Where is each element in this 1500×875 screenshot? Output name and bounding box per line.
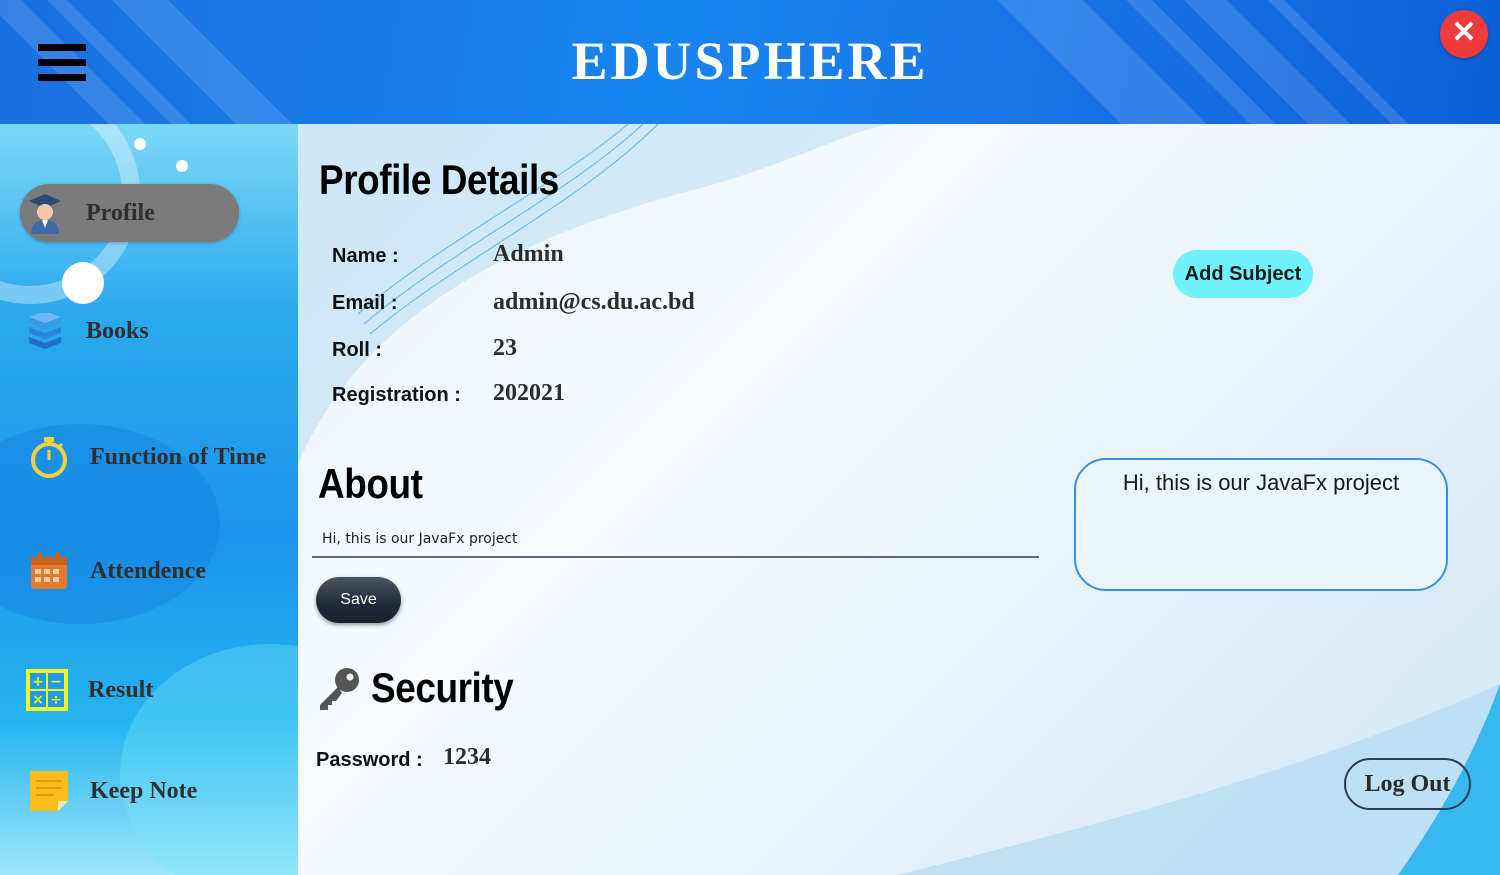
- sidebar-item-result[interactable]: + − × ÷ Result: [22, 661, 292, 719]
- profile-details-heading: Profile Details: [319, 156, 559, 203]
- sidebar-item-attendence[interactable]: Attendence: [24, 542, 294, 600]
- about-display-box: Hi, this is our JavaFx project: [1074, 458, 1448, 591]
- svg-text:−: −: [50, 674, 62, 690]
- roll-label: Roll :: [332, 339, 382, 361]
- roll-value: 23: [493, 335, 517, 361]
- email-label: Email :: [332, 292, 398, 314]
- save-button[interactable]: Save: [316, 577, 401, 623]
- calculator-icon: + − × ÷: [22, 665, 72, 715]
- name-value: Admin: [493, 241, 564, 267]
- stopwatch-icon: [24, 432, 74, 482]
- logout-button[interactable]: Log Out: [1344, 758, 1471, 810]
- books-stack-icon: [20, 306, 70, 356]
- sidebar-item-keep-note[interactable]: Keep Note: [24, 762, 294, 820]
- sidebar-item-books[interactable]: Books: [20, 302, 290, 360]
- about-heading: About: [318, 460, 423, 507]
- svg-text:÷: ÷: [50, 692, 62, 708]
- sidebar-item-function-of-time[interactable]: Function of Time: [24, 428, 294, 486]
- registration-label: Registration :: [332, 384, 461, 406]
- security-heading: Security: [371, 664, 514, 711]
- key-icon: [316, 665, 362, 716]
- sidebar-item-label: Keep Note: [90, 777, 198, 804]
- about-display-text: Hi, this is our JavaFx project: [1122, 470, 1400, 495]
- sticky-note-icon: [24, 766, 74, 816]
- sidebar-decoration: [134, 138, 146, 150]
- sidebar: Profile Books Function of Time Attendenc…: [0, 124, 298, 875]
- password-label: Password :: [316, 749, 423, 771]
- sidebar-item-label: Books: [86, 317, 149, 344]
- sidebar-item-label: Result: [88, 676, 154, 703]
- sidebar-decoration: [176, 160, 188, 172]
- svg-text:×: ×: [32, 692, 44, 708]
- close-icon[interactable]: ✕: [1440, 10, 1488, 58]
- sidebar-item-label: Function of Time: [90, 443, 267, 470]
- add-subject-button[interactable]: Add Subject: [1173, 250, 1313, 298]
- sidebar-item-label: Attendence: [90, 557, 206, 584]
- password-value: 1234: [443, 744, 491, 770]
- sidebar-decoration: [62, 262, 104, 304]
- about-input[interactable]: [312, 520, 1039, 558]
- name-label: Name :: [332, 245, 399, 267]
- email-value: admin@cs.du.ac.bd: [493, 289, 695, 315]
- graduate-avatar-icon: [20, 188, 70, 238]
- app-header: EDUSPHERE ✕: [0, 0, 1500, 124]
- main-panel: Profile Details Name : Admin Email : adm…: [298, 124, 1500, 875]
- app-title: EDUSPHERE: [571, 31, 929, 91]
- sidebar-item-label: Profile: [86, 199, 155, 226]
- registration-value: 202021: [493, 380, 565, 406]
- sidebar-item-profile[interactable]: Profile: [20, 184, 239, 242]
- svg-text:+: +: [32, 674, 44, 690]
- calendar-icon: [24, 546, 74, 596]
